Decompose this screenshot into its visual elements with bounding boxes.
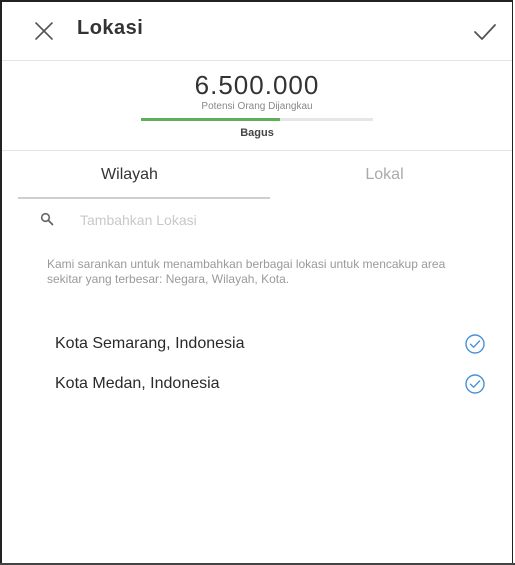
reach-meter-fill (141, 118, 281, 121)
list-item[interactable]: Kota Medan, Indonesia (2, 365, 512, 405)
top-bar: Lokasi (2, 2, 512, 62)
list-item[interactable]: Kota Semarang, Indonesia (2, 325, 512, 365)
location-tabs: Wilayah Lokal (2, 152, 512, 200)
reach-label: Potensi Orang Dijangkau (201, 101, 313, 112)
selected-check-circle-icon[interactable] (464, 333, 486, 355)
confirm-check-icon[interactable] (472, 20, 498, 44)
search-input[interactable] (80, 206, 460, 234)
close-icon[interactable] (32, 19, 56, 43)
reach-divider (2, 150, 512, 151)
active-tab-indicator (18, 197, 270, 199)
page-title: Lokasi (77, 17, 144, 39)
search-icon (40, 212, 54, 226)
tab-wilayah[interactable]: Wilayah (2, 152, 257, 198)
reach-quality: Bagus (240, 127, 274, 139)
reach-number: 6.500.000 (194, 70, 320, 100)
selected-check-circle-icon[interactable] (464, 373, 486, 395)
header-divider (2, 60, 512, 61)
screen-frame: Lokasi 6.500.000 Potensi Orang Dijangkau… (0, 0, 513, 565)
tab-lokal[interactable]: Lokal (257, 152, 512, 198)
location-label: Kota Medan, Indonesia (55, 375, 220, 392)
location-hint-text: Kami sarankan untuk menambahkan berbagai… (47, 257, 446, 286)
location-label: Kota Semarang, Indonesia (55, 335, 245, 352)
location-search (2, 202, 512, 242)
audience-reach: 6.500.000 Potensi Orang Dijangkau Bagus (2, 70, 512, 139)
reach-meter (141, 118, 373, 121)
